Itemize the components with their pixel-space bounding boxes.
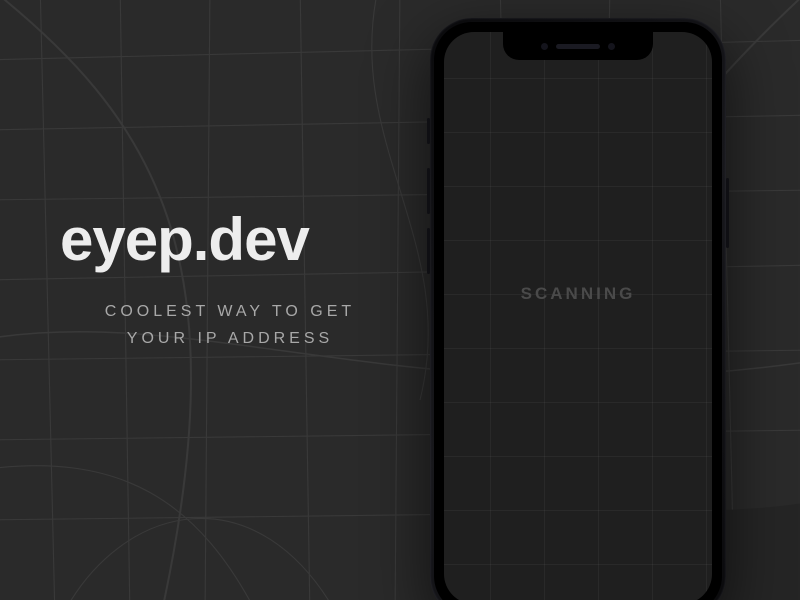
tagline: COOLEST WAY TO GET YOUR IP ADDRESS (60, 298, 400, 352)
sensor-dot-icon (541, 43, 548, 50)
tagline-line-2: YOUR IP ADDRESS (127, 330, 333, 347)
phone-mute-switch (427, 118, 430, 144)
phone-mockup: SCANNING (430, 18, 726, 600)
tagline-line-1: COOLEST WAY TO GET (105, 303, 355, 320)
phone-volume-down (427, 228, 430, 274)
phone-notch (503, 32, 653, 60)
speaker-grille-icon (556, 44, 600, 49)
phone-screen: SCANNING (444, 32, 712, 600)
camera-dot-icon (608, 43, 615, 50)
hero-text-block: eyep.dev COOLEST WAY TO GET YOUR IP ADDR… (60, 210, 400, 352)
phone-power-button (726, 178, 729, 248)
phone-volume-up (427, 168, 430, 214)
scan-grid (444, 32, 712, 600)
scanning-status-label: SCANNING (444, 284, 712, 304)
brand-title: eyep.dev (60, 210, 400, 270)
